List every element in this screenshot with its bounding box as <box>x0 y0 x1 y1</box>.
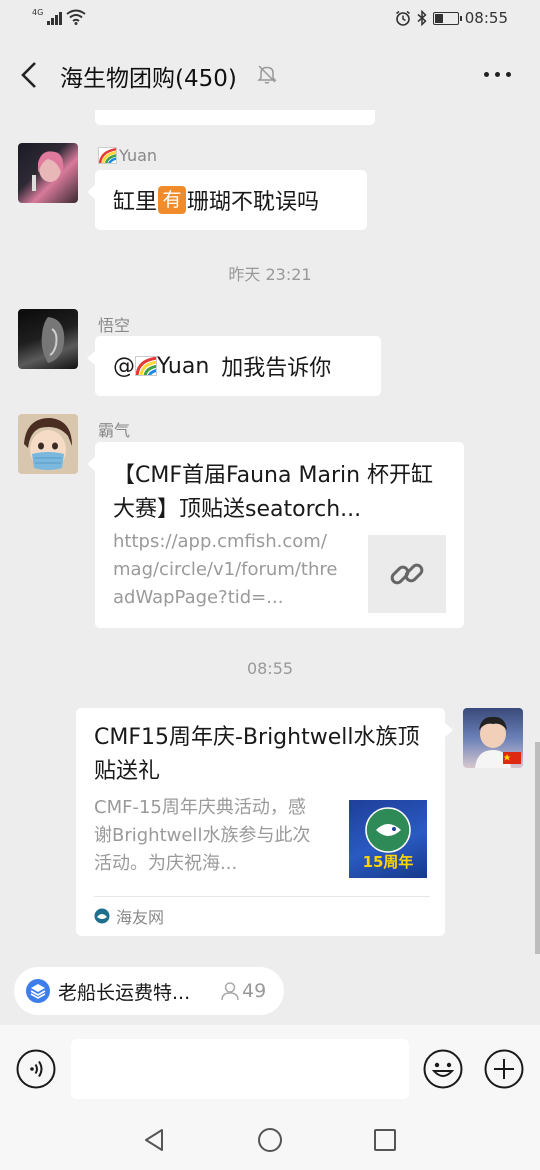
status-left: 4G <box>32 8 86 25</box>
mute-bell-icon <box>257 65 277 84</box>
avatar-image <box>41 317 65 363</box>
status-time: 08:55 <box>464 9 508 27</box>
layers-icon <box>26 979 50 1003</box>
mention-name: Yuan <box>157 353 210 379</box>
system-nav-bar <box>0 1110 540 1170</box>
input-bar <box>0 1025 540 1110</box>
battery-icon <box>432 11 462 25</box>
article-desc: CMF-15周年庆典活动，感谢Brightwell水族参与此次活动。为庆祝海..… <box>94 797 311 874</box>
article-thumbnail: 15周年 <box>349 800 427 878</box>
link-icon <box>390 563 424 585</box>
more-dot <box>483 71 489 77</box>
plus-icon[interactable] <box>484 1049 524 1089</box>
message-text: @ Yuan 加我告诉你 <box>113 336 363 396</box>
article-source: 海友网 <box>94 904 164 928</box>
sender-name-text: Yuan <box>119 146 158 165</box>
chat-header: 海生物团购(450) <box>0 40 540 110</box>
avatar-image <box>24 418 72 470</box>
person-icon <box>221 982 239 1001</box>
message-text-end: 加我告诉你 <box>221 356 332 381</box>
timestamp: 08:55 <box>246 659 294 678</box>
message-text-start: 缸里 <box>113 190 158 215</box>
rainbow-icon <box>98 147 117 164</box>
pinned-count: 49 <box>220 980 266 1002</box>
article-card[interactable]: CMF15周年庆-Brightwell水族顶贴送礼 CMF-15周年庆典活动，感… <box>76 708 453 936</box>
status-bar: 4G 08:55 <box>0 0 540 38</box>
more-dot <box>494 71 500 77</box>
chat-title: 海生物团购(450) <box>60 66 237 92</box>
article-divider <box>94 896 430 897</box>
pinned-bar: 老船长运费特... 49 <box>0 955 540 1025</box>
avatar-image <box>475 716 521 768</box>
source-logo-icon <box>94 908 110 924</box>
link-card-title: 【CMF首届Fauna Marin 杯开缸大赛】顶贴送seatorch... <box>113 463 434 522</box>
pinned-label: 老船长运费特... <box>58 981 191 1004</box>
battery-fill <box>434 13 444 23</box>
mention-at: @ <box>113 353 135 379</box>
anniversary-caption: 15周年 <box>362 853 414 871</box>
previous-message-bubble[interactable] <box>95 110 375 125</box>
emoji-badge: 有 <box>158 186 187 214</box>
message-bubble[interactable]: 缸里 有 珊瑚不耽误吗 <box>87 170 367 230</box>
wifi-icon <box>66 9 86 25</box>
bluetooth-icon <box>417 10 427 26</box>
back-arrow-icon[interactable] <box>16 58 44 92</box>
sender-name: Yuan <box>98 146 157 165</box>
avatar[interactable] <box>18 309 78 369</box>
my-avatar[interactable] <box>463 708 523 768</box>
more-dot <box>505 71 511 77</box>
avatar[interactable] <box>18 414 78 474</box>
network-label: 4G <box>32 8 44 17</box>
avatar[interactable] <box>18 143 78 203</box>
pinned-chip[interactable]: 老船长运费特... 49 <box>14 967 284 1015</box>
message-bubble[interactable]: @ Yuan 加我告诉你 <box>87 336 381 396</box>
pinned-count-value: 49 <box>242 980 267 1002</box>
link-card-url: https://app.cmfish.com/mag/circle/v1/for… <box>113 531 338 608</box>
sender-name: 霸气 <box>98 421 131 440</box>
link-thumbnail <box>368 535 446 613</box>
message-text: 缸里 有 珊瑚不耽误吗 <box>113 170 349 230</box>
nav-recents-icon[interactable] <box>371 1126 399 1154</box>
alarm-icon <box>395 10 410 26</box>
message-text-end: 珊瑚不耽误吗 <box>187 190 320 215</box>
avatar-image <box>32 151 64 191</box>
more-button[interactable] <box>480 62 514 86</box>
signal-icon <box>47 11 63 25</box>
status-right: 08:55 <box>395 9 508 27</box>
emoji-icon[interactable] <box>423 1049 463 1089</box>
nav-back-icon[interactable] <box>141 1126 169 1154</box>
nav-home-icon[interactable] <box>256 1126 284 1154</box>
scrollbar[interactable] <box>535 742 540 954</box>
link-card[interactable]: 【CMF首届Fauna Marin 杯开缸大赛】顶贴送seatorch... h… <box>87 442 464 628</box>
article-title: CMF15周年庆-Brightwell水族顶贴送礼 <box>94 725 420 784</box>
article-source-name: 海友网 <box>116 908 165 927</box>
sender-name: 悟空 <box>98 316 131 335</box>
voice-icon[interactable] <box>16 1049 56 1089</box>
message-list[interactable]: Yuan 缸里 有 珊瑚不耽误吗 昨天 23:21 悟空 @ Yuan 加我告诉… <box>0 110 540 955</box>
timestamp: 昨天 23:21 <box>228 265 312 284</box>
rainbow-icon <box>135 356 157 376</box>
message-input[interactable] <box>71 1039 409 1099</box>
